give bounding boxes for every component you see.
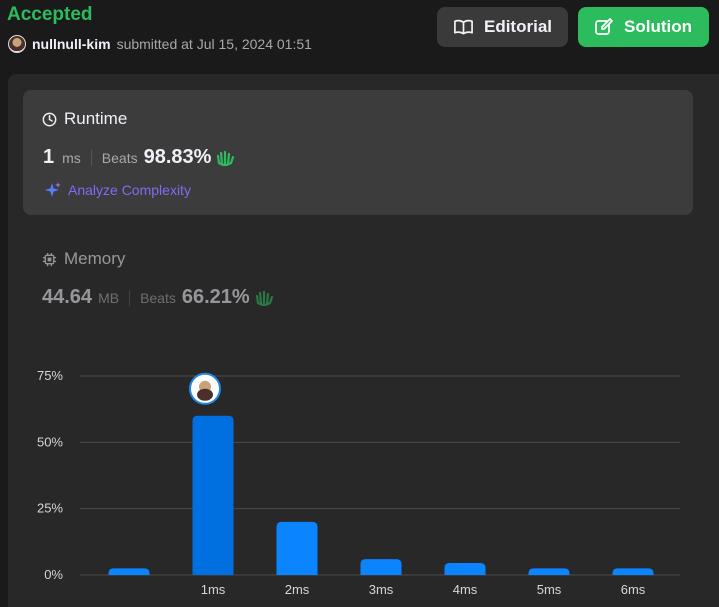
book-open-icon (454, 19, 473, 35)
x-tick-label: 4ms (453, 582, 478, 597)
memory-unit: MB (98, 290, 120, 306)
memory-metrics: 44.64 MB Beats 66.21% (42, 286, 275, 309)
analyze-complexity-label: Analyze Complexity (68, 182, 191, 198)
runtime-label: Runtime (64, 109, 128, 128)
sparkle-icon (45, 182, 61, 197)
x-tick-label: 5ms (537, 582, 562, 597)
bar-first[interactable] (108, 568, 150, 575)
submission-status: Accepted (7, 4, 93, 25)
submission-info: nullnull-kim submitted at Jul 15, 2024 0… (8, 35, 312, 53)
bar-6ms[interactable] (612, 568, 654, 575)
analyze-complexity-link[interactable]: Analyze Complexity (44, 181, 191, 199)
user-avatar[interactable] (8, 35, 26, 53)
y-tick-label: 0% (44, 567, 63, 582)
chip-icon (42, 252, 57, 266)
y-tick-label: 25% (37, 501, 63, 516)
clapping-hands-icon (217, 150, 235, 166)
divider (129, 289, 131, 306)
memory-beats-label: Beats (140, 290, 176, 306)
edit-icon (595, 18, 613, 35)
editorial-label: Editorial (483, 17, 552, 36)
runtime-distribution-chart: 0% 25% 50% 75% 1ms 2ms 3ms 4ms 5ms 6ms (37, 368, 680, 597)
x-tick-label: 2ms (285, 582, 310, 597)
bar-2ms[interactable] (276, 521, 318, 575)
x-tick-label: 6ms (621, 582, 646, 597)
y-tick-label: 75% (37, 368, 63, 383)
editorial-button[interactable]: Editorial (437, 7, 568, 47)
bar-4ms[interactable] (444, 563, 486, 575)
clock-icon (42, 112, 57, 126)
memory-beats-value: 66.21% (181, 286, 250, 308)
x-tick-label: 3ms (369, 582, 394, 597)
divider (90, 149, 92, 166)
solution-label: Solution (624, 17, 692, 36)
your-submission-avatar (189, 372, 221, 405)
runtime-beats-value: 98.83% (143, 146, 212, 168)
submitted-time: submitted at Jul 15, 2024 01:51 (116, 36, 312, 52)
y-tick-label: 50% (37, 434, 63, 449)
x-tick-label: 1ms (201, 582, 226, 597)
runtime-unit: ms (62, 150, 81, 166)
clapping-hands-icon (255, 290, 273, 306)
memory-label: Memory (64, 249, 126, 268)
runtime-metrics: 1 ms Beats 98.83% (43, 146, 236, 169)
solution-button[interactable]: Solution (578, 7, 709, 47)
bar-5ms[interactable] (528, 568, 570, 575)
runtime-value: 1 (43, 146, 55, 168)
bar-1ms[interactable] (192, 415, 234, 575)
bar-3ms[interactable] (360, 559, 402, 575)
memory-title[interactable]: Memory (42, 249, 125, 269)
runtime-beats-label: Beats (101, 150, 138, 166)
memory-value: 44.64 (42, 286, 93, 308)
runtime-title: Runtime (42, 109, 127, 129)
username-link[interactable]: nullnull-kim (32, 36, 111, 52)
